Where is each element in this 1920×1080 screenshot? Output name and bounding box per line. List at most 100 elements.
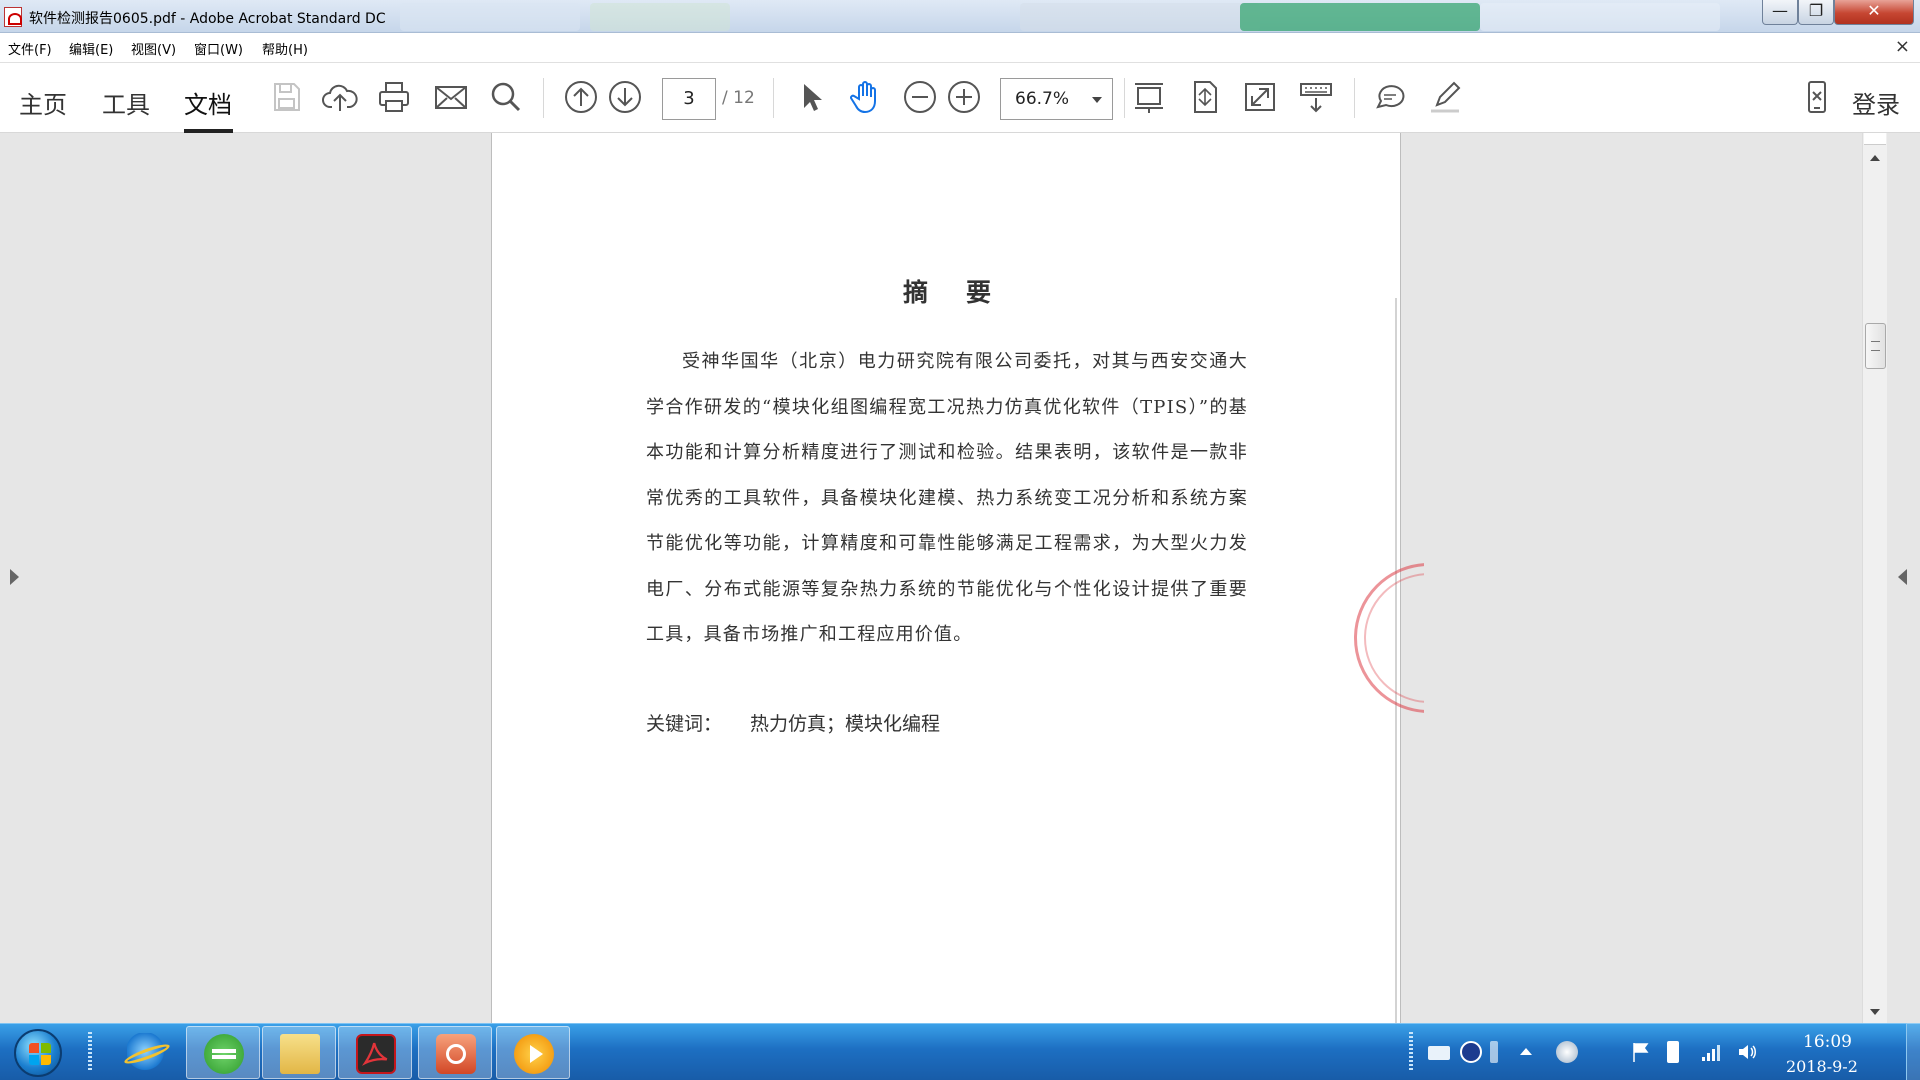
background-windows (380, 0, 1760, 33)
print-button[interactable] (374, 77, 414, 117)
right-panel-toggle-icon[interactable] (1898, 569, 1907, 585)
page-number-input[interactable]: 3 (662, 78, 716, 120)
hand-tool-button[interactable] (845, 77, 885, 117)
email-button[interactable] (431, 77, 471, 117)
search-icon (491, 82, 521, 112)
search-button[interactable] (486, 77, 526, 117)
keywords-label: 关键词： (646, 713, 723, 735)
internet-explorer-icon (122, 1033, 172, 1073)
window-title: 软件检测报告0605.pdf - Adobe Acrobat Standard … (29, 11, 386, 27)
menu-view[interactable]: 视图(V) (131, 39, 176, 58)
tab-tools[interactable]: 工具 (102, 85, 150, 120)
background-window-tab (400, 3, 580, 31)
battery-icon[interactable] (1667, 1041, 1679, 1063)
background-window-tab (1480, 3, 1720, 31)
windows-taskbar (0, 1023, 1920, 1080)
official-seal (1354, 563, 1424, 713)
media-player-icon (514, 1034, 554, 1074)
scroll-up-arrow-icon[interactable] (1870, 155, 1880, 161)
read-mode-button[interactable] (1296, 77, 1336, 117)
arrow-up-circle-icon (565, 81, 597, 113)
menu-help[interactable]: 帮助(H) (262, 39, 308, 58)
login-link[interactable]: 登录 (1852, 85, 1900, 120)
acrobat-taskbar-icon (356, 1034, 396, 1074)
tab-document[interactable]: 文档 (184, 85, 232, 120)
network-signal-icon[interactable] (1700, 1041, 1722, 1063)
plus-circle-icon (948, 81, 980, 113)
select-tool-button[interactable] (791, 77, 831, 117)
scroll-down-arrow-icon[interactable] (1870, 1009, 1880, 1015)
taskbar-app-acrobat[interactable] (338, 1026, 412, 1079)
show-hidden-icons-icon[interactable] (1520, 1048, 1532, 1055)
upload-button[interactable] (320, 77, 360, 117)
keyboard-download-icon (1300, 83, 1332, 113)
windows-logo-icon (29, 1043, 51, 1065)
chevron-down-icon (1092, 97, 1102, 103)
page-scroll-icon (1135, 83, 1163, 113)
taskbar-app-browser[interactable] (186, 1026, 260, 1079)
zoom-out-button[interactable] (900, 77, 940, 117)
taskbar-app-ie[interactable] (110, 1026, 184, 1079)
show-desktop-button[interactable] (1906, 1023, 1920, 1080)
menu-edit[interactable]: 编辑(E) (69, 39, 113, 58)
save-button[interactable] (266, 77, 306, 117)
scrolling-mode-button[interactable] (1129, 77, 1169, 117)
pdf-page: 摘要 受神华国华（北京）电力研究院有限公司委托，对其与西安交通大学合作研发的“模… (491, 133, 1424, 1023)
tab-home[interactable]: 主页 (19, 85, 67, 120)
cloud-upload-icon (322, 84, 358, 111)
next-page-button[interactable] (605, 77, 645, 117)
expand-icon (1245, 83, 1275, 111)
minimize-button[interactable]: — (1762, 0, 1798, 25)
comment-button[interactable] (1370, 77, 1410, 117)
taskbar-grip (1409, 1032, 1413, 1072)
zoom-level-select[interactable]: 66.7% (1000, 78, 1113, 120)
keyboard-icon[interactable] (1428, 1046, 1450, 1060)
keywords-value: 热力仿真；模块化编程 (750, 713, 941, 735)
toolbar-separator (543, 78, 544, 118)
action-center-flag-icon[interactable] (1630, 1041, 1652, 1063)
scrollbar-thumb[interactable] (1865, 323, 1886, 369)
speech-bubble-icon (1376, 85, 1405, 109)
menu-window[interactable]: 窗口(W) (194, 39, 243, 58)
security-shield-icon[interactable] (1556, 1041, 1578, 1063)
taskbar-app-explorer[interactable] (262, 1026, 336, 1079)
highlight-button[interactable] (1425, 77, 1465, 117)
mobile-link-button[interactable] (1797, 77, 1837, 117)
page-total: / 12 (722, 88, 755, 108)
volume-icon[interactable] (1736, 1041, 1758, 1063)
menu-file[interactable]: 文件(F) (8, 39, 52, 58)
ime-status-icon[interactable] (1490, 1041, 1498, 1063)
envelope-icon (435, 86, 467, 109)
close-document-button[interactable]: × (1895, 36, 1910, 57)
abstract-heading: 摘要 (902, 278, 1029, 307)
taskbar-app-powerpoint[interactable] (418, 1026, 492, 1079)
clock-time[interactable]: 16:09 (1803, 1032, 1852, 1052)
taskbar-grip (88, 1032, 92, 1072)
restore-button[interactable]: ❐ (1798, 0, 1834, 25)
taskbar-app-media-player[interactable] (496, 1026, 570, 1079)
zoom-in-button[interactable] (944, 77, 984, 117)
vertical-scrollbar[interactable] (1862, 133, 1887, 1023)
clock-date[interactable]: 2018-9-2 (1786, 1057, 1858, 1076)
minus-circle-icon (904, 81, 936, 113)
green-browser-icon (204, 1034, 244, 1074)
cursor-arrow-icon (804, 84, 822, 111)
full-screen-button[interactable] (1240, 77, 1280, 117)
close-window-button[interactable]: ✕ (1834, 0, 1914, 25)
document-workspace: 摘要 受神华国华（北京）电力研究院有限公司委托，对其与西安交通大学合作研发的“模… (0, 133, 1920, 1023)
toolbar-separator (773, 78, 774, 118)
toolbar-separator (1354, 78, 1355, 118)
keywords-line: 关键词： 热力仿真；模块化编程 (646, 709, 940, 736)
phone-document-icon (1808, 81, 1826, 113)
zoom-level-value: 66.7% (1015, 89, 1070, 109)
title-bar: 软件检测报告0605.pdf - Adobe Acrobat Standard … (0, 0, 1920, 33)
abstract-body: 受神华国华（北京）电力研究院有限公司委托，对其与西安交通大学合作研发的“模块化组… (646, 351, 1248, 645)
background-window-tab (1020, 3, 1260, 31)
left-panel-toggle-icon[interactable] (10, 569, 19, 585)
start-button[interactable] (14, 1029, 62, 1077)
previous-page-button[interactable] (561, 77, 601, 117)
printer-icon (379, 82, 409, 112)
help-icon[interactable] (1460, 1041, 1482, 1063)
background-window-tab (1240, 3, 1480, 31)
fit-page-button[interactable] (1185, 77, 1225, 117)
